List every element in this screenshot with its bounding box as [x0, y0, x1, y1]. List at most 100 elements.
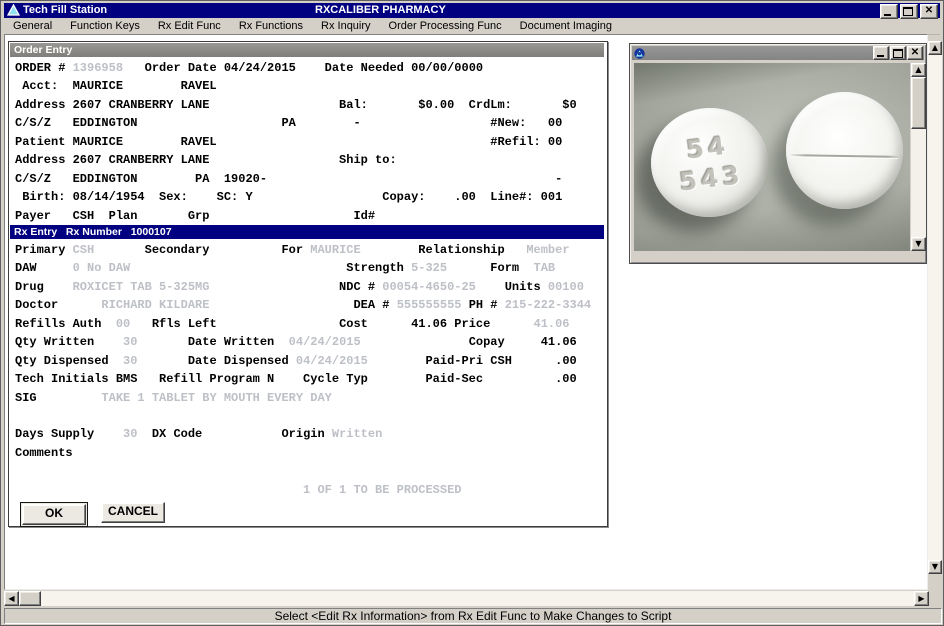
field-value: 00054-4650-25: [382, 280, 476, 294]
image-window-maximize-button[interactable]: [890, 46, 906, 60]
maximize-icon: [903, 7, 913, 16]
field-value: 04/24/2015: [296, 354, 368, 368]
field-value: 30: [123, 335, 137, 349]
field-text: Paid-Pri CSH .00: [368, 354, 577, 368]
menu-item-order-processing-func[interactable]: Order Processing Func: [380, 19, 511, 34]
scroll-up-button[interactable]: ▲: [911, 63, 926, 77]
close-icon: ✕: [908, 47, 922, 59]
scrollbar-thumb[interactable]: [911, 77, 926, 129]
menu-item-rx-edit-func[interactable]: Rx Edit Func: [149, 19, 230, 34]
field-text: Tech Initials BMS Refill Program N Cycle…: [15, 372, 577, 386]
field-value: MAURICE: [310, 243, 360, 257]
minimize-button[interactable]: [880, 4, 898, 19]
form-row: [15, 407, 605, 425]
scroll-down-button[interactable]: ▼: [911, 237, 926, 251]
field-value: RICHARD KILDARE: [101, 298, 209, 312]
image-window-close-button[interactable]: ✕: [907, 46, 923, 60]
field-value: Member: [526, 243, 569, 257]
horizontal-scrollbar[interactable]: ◀ ▶: [4, 591, 929, 606]
form-row: Acct: MAURICE RAVEL: [15, 77, 605, 95]
client-area: Order Entry ORDER # 1396958 Order Date 0…: [4, 34, 928, 590]
outer-vertical-scrollbar[interactable]: ▲ ▼: [928, 41, 942, 574]
field-value: 30: [123, 427, 137, 441]
field-text: DAW: [15, 261, 73, 275]
form-row: C/S/Z EDDINGTON PA - #New: 00: [15, 114, 605, 132]
image-window: ✕ 54 543 ▲: [629, 43, 927, 264]
scroll-right-button[interactable]: ▶: [914, 591, 929, 606]
form-row: 1 OF 1 TO BE PROCESSED: [15, 481, 605, 499]
status-text: Select <Edit Rx Information> from Rx Edi…: [275, 609, 672, 623]
close-button[interactable]: ✕: [920, 4, 938, 19]
maximize-button[interactable]: [900, 4, 918, 19]
menu-item-document-imaging[interactable]: Document Imaging: [511, 19, 621, 34]
image-window-minimize-button[interactable]: [873, 46, 889, 60]
form-row: Address 2607 CRANBERRY LANE Ship to:: [15, 151, 605, 169]
app-window: Tech Fill Station RXCALIBER PHARMACY ✕ G…: [0, 0, 944, 626]
field-text: Strength: [130, 261, 411, 275]
image-window-body: 54 543 ▲ ▼: [633, 62, 923, 260]
field-text: Acct: MAURICE RAVEL: [15, 79, 217, 93]
field-text: Units: [476, 280, 548, 294]
order-section-rows: ORDER # 1396958 Order Date 04/24/2015 Da…: [15, 59, 605, 225]
field-text: Payer CSH Plan Grp Id#: [15, 209, 375, 223]
field-text: Birth: 08/14/1954 Sex: SC: Y Copay: .00 …: [15, 190, 562, 204]
field-value: 00: [116, 317, 130, 331]
field-text: Address 2607 CRANBERRY LANE Bal: $0.00 C…: [15, 98, 577, 112]
field-text: Doctor: [15, 298, 101, 312]
form-row: SIG TAKE 1 TABLET BY MOUTH EVERY DAY: [15, 389, 605, 407]
field-value: CSH: [73, 243, 95, 257]
field-text: Qty Written: [15, 335, 123, 349]
menu-item-rx-inquiry[interactable]: Rx Inquiry: [312, 19, 380, 34]
form-row: Payer CSH Plan Grp Id#: [15, 207, 605, 225]
title-bar[interactable]: Tech Fill Station RXCALIBER PHARMACY ✕: [4, 3, 940, 18]
field-text: Address 2607 CRANBERRY LANE Ship to:: [15, 153, 397, 167]
field-text: SIG: [15, 391, 101, 405]
ok-button[interactable]: OK: [22, 504, 86, 525]
rx-entry-header: Rx Entry Rx Number 1000107: [10, 225, 604, 239]
field-text: Copay 41.06: [361, 335, 577, 349]
field-text: Date Dispensed: [137, 354, 295, 368]
field-text: Relationship: [361, 243, 527, 257]
cancel-button[interactable]: CANCEL: [101, 502, 165, 523]
menu-item-function-keys[interactable]: Function Keys: [61, 19, 149, 34]
field-text: Rfls Left Cost 41.06 Price: [130, 317, 533, 331]
field-text: Refills Auth: [15, 317, 116, 331]
field-text: Order Date 04/24/2015 Date Needed 00/00/…: [123, 61, 483, 75]
menu-item-rx-functions[interactable]: Rx Functions: [230, 19, 312, 34]
field-value: 215-222-3344: [505, 298, 591, 312]
form-row: [15, 462, 605, 480]
close-icon: ✕: [921, 5, 937, 18]
photo-shading: [634, 63, 910, 251]
form-row: Address 2607 CRANBERRY LANE Bal: $0.00 C…: [15, 96, 605, 114]
minimize-icon: [884, 14, 891, 16]
order-entry-window: Order Entry ORDER # 1396958 Order Date 0…: [8, 41, 608, 527]
menu-bar: GeneralFunction KeysRx Edit FuncRx Funct…: [4, 19, 940, 35]
status-bar: Select <Edit Rx Information> from Rx Edi…: [4, 608, 942, 624]
scroll-up-button[interactable]: ▲: [928, 41, 942, 55]
app-icon: [7, 4, 20, 17]
form-row: DAW 0 No DAW Strength 5-325 Form TAB: [15, 259, 605, 277]
maximize-icon: [893, 49, 903, 58]
form-row: Doctor RICHARD KILDARE DEA # 555555555 P…: [15, 296, 605, 314]
rx-section-rows: Primary CSH Secondary For MAURICE Relati…: [15, 241, 605, 499]
image-window-title-bar[interactable]: ✕: [632, 46, 924, 60]
form-row: ORDER # 1396958 Order Date 04/24/2015 Da…: [15, 59, 605, 77]
field-text: Comments: [15, 446, 73, 460]
field-value: TAKE 1 TABLET BY MOUTH EVERY DAY: [101, 391, 331, 405]
image-window-scrollbar[interactable]: ▲ ▼: [911, 63, 926, 251]
minimize-icon: [877, 55, 884, 57]
field-text: Qty Dispensed: [15, 354, 123, 368]
field-text: NDC #: [209, 280, 382, 294]
scrollbar-thumb[interactable]: [19, 591, 41, 606]
menu-item-general[interactable]: General: [4, 19, 61, 34]
form-row: Days Supply 30 DX Code Origin Written: [15, 425, 605, 443]
scroll-down-button[interactable]: ▼: [928, 560, 942, 574]
field-value: 30: [123, 354, 137, 368]
field-value: 04/24/2015: [289, 335, 361, 349]
form-row: Qty Written 30 Date Written 04/24/2015 C…: [15, 333, 605, 351]
form-row: C/S/Z EDDINGTON PA 19020- -: [15, 170, 605, 188]
field-text: Date Written: [137, 335, 288, 349]
field-text: Secondary For: [94, 243, 310, 257]
window-title: Tech Fill Station: [23, 4, 107, 16]
scroll-left-button[interactable]: ◀: [4, 591, 19, 606]
